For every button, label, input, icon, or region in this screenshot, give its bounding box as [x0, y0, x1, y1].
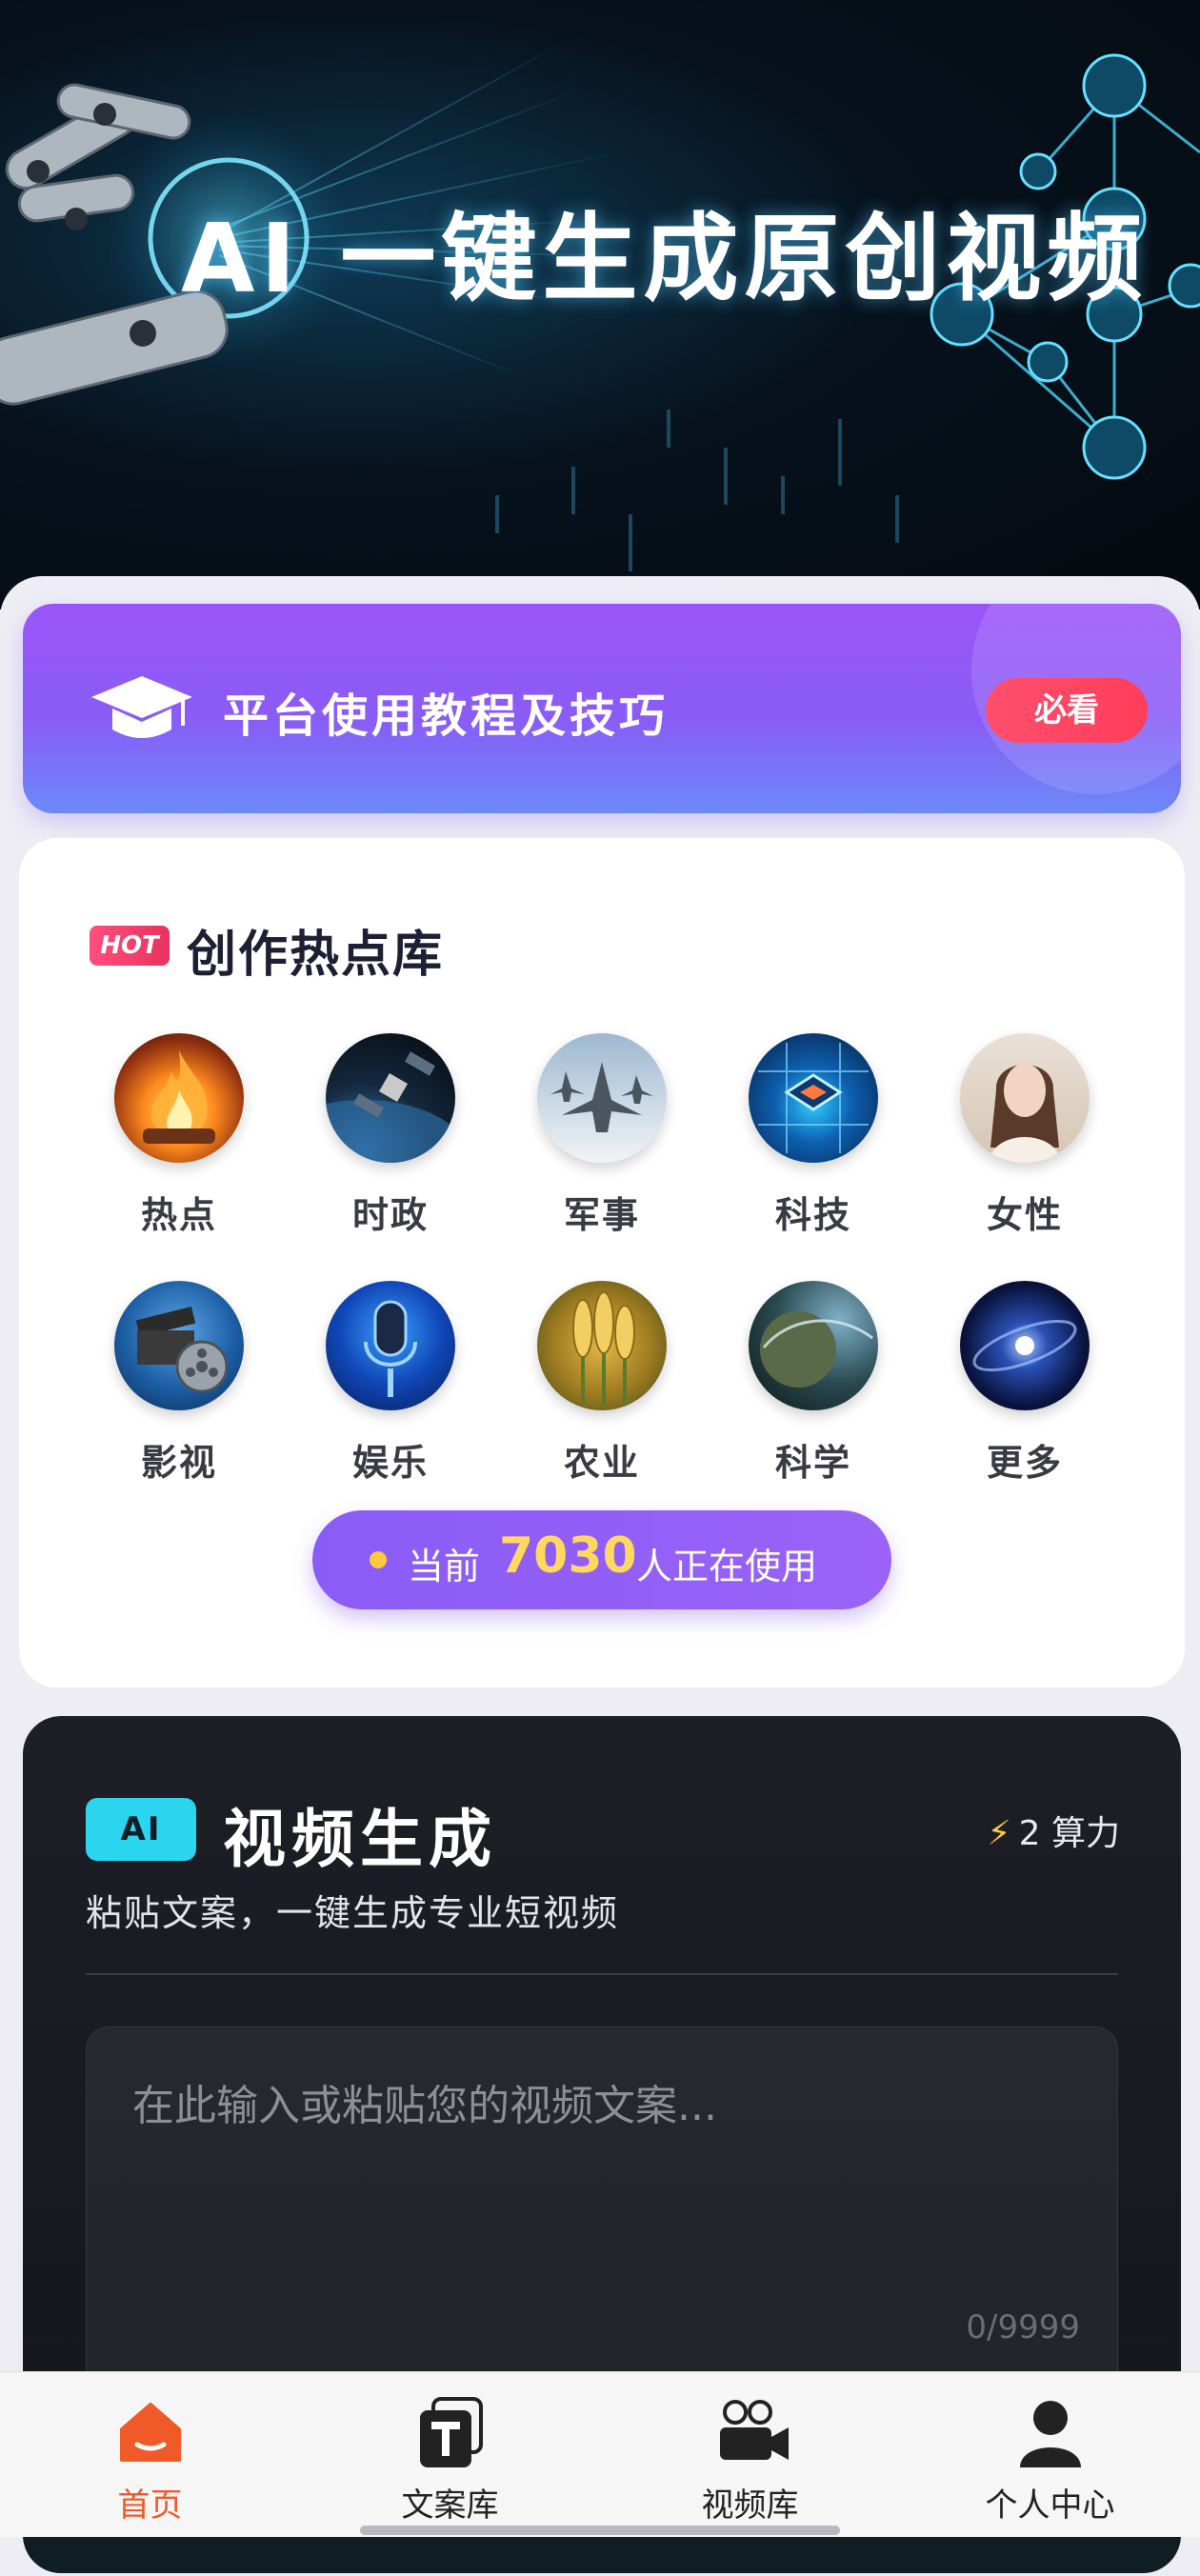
nav-scripts[interactable]: 文案库: [300, 2372, 600, 2538]
category-more[interactable]: 更多: [934, 1281, 1115, 1490]
category-label: 农业: [563, 1442, 640, 1484]
tutorial-banner[interactable]: 平台使用教程及技巧 必看: [23, 604, 1181, 813]
user-icon: [1020, 2401, 1081, 2467]
users-suffix: 人正在使用: [636, 1546, 818, 1588]
ai-badge: AI: [86, 1798, 196, 1861]
category-agriculture[interactable]: 农业: [511, 1281, 692, 1490]
hot-topics-title: 创作热点库: [187, 927, 445, 984]
users-count: 7030: [499, 1528, 637, 1585]
nav-label: 个人中心: [985, 2486, 1115, 2525]
category-label: 时政: [351, 1194, 429, 1236]
users-prefix: 当前: [408, 1546, 481, 1588]
hot-badge: HOT: [90, 926, 170, 966]
category-label: 科技: [774, 1194, 851, 1236]
category-film[interactable]: 影视: [89, 1281, 270, 1490]
hot-topics-card: HOT 创作热点库 热点 时政 军事 科技 女性 影视 娱乐 农业 科学 更多 …: [19, 838, 1185, 1687]
category-label: 娱乐: [351, 1442, 429, 1484]
home-icon: [120, 2403, 181, 2462]
hero-banner[interactable]: AI 一键生成原创视频: [0, 0, 1200, 609]
category-label: 热点: [140, 1194, 217, 1236]
active-users-pill: 当前 7030 人正在使用: [312, 1510, 891, 1609]
graduation-cap-icon: [91, 676, 192, 738]
chip-icon: [749, 1033, 878, 1163]
status-dot-icon: [370, 1551, 387, 1568]
category-label: 科学: [774, 1442, 851, 1484]
nav-label: 首页: [117, 2486, 183, 2525]
category-politics[interactable]: 时政: [300, 1033, 481, 1243]
microphone-icon: [326, 1281, 455, 1410]
film-reel-icon: [114, 1281, 244, 1410]
category-label: 更多: [986, 1442, 1063, 1484]
nav-videos[interactable]: 视频库: [600, 2372, 900, 2538]
category-hot[interactable]: 热点: [89, 1033, 270, 1243]
wheat-icon: [537, 1281, 667, 1410]
fire-icon: [114, 1033, 244, 1163]
category-women[interactable]: 女性: [934, 1033, 1115, 1243]
lightning-icon: ⚡: [987, 1814, 1011, 1853]
nav-label: 视频库: [701, 2486, 799, 2525]
category-label: 女性: [986, 1194, 1063, 1236]
category-label: 军事: [563, 1194, 640, 1236]
compute-cost-label: 2 算力: [1018, 1814, 1120, 1853]
woman-portrait-icon: [960, 1033, 1090, 1163]
compute-cost: ⚡ 2 算力: [987, 1806, 1120, 1855]
video-camera-icon: [720, 2400, 789, 2460]
ai-video-subtitle: 粘贴文案，一键生成专业短视频: [86, 1892, 620, 1934]
planet-icon: [749, 1281, 878, 1410]
category-entertainment[interactable]: 娱乐: [300, 1281, 481, 1490]
satellite-icon: [326, 1033, 455, 1163]
home-indicator: [360, 2526, 840, 2535]
fighter-jet-icon: [537, 1033, 667, 1163]
bottom-nav: 首页 文案库 视频库 个人中心: [0, 2371, 1200, 2537]
ai-video-title: 视频生成: [223, 1803, 497, 1876]
tutorial-label: 平台使用教程及技巧: [223, 689, 670, 743]
nav-home[interactable]: 首页: [0, 2372, 300, 2538]
nav-profile[interactable]: 个人中心: [900, 2372, 1200, 2538]
galaxy-icon: [960, 1281, 1090, 1410]
text-document-icon: [420, 2397, 483, 2467]
script-input[interactable]: [86, 2027, 1118, 2426]
must-see-badge[interactable]: 必看: [986, 678, 1148, 743]
divider: [86, 1973, 1118, 1975]
category-science[interactable]: 科学: [723, 1281, 904, 1490]
char-counter: 0/9999: [966, 2308, 1080, 2346]
category-label: 影视: [140, 1442, 217, 1484]
category-military[interactable]: 军事: [511, 1033, 692, 1243]
nav-label: 文案库: [401, 2486, 499, 2525]
category-tech[interactable]: 科技: [723, 1033, 904, 1243]
hero-title: AI 一键生成原创视频: [181, 203, 1149, 314]
